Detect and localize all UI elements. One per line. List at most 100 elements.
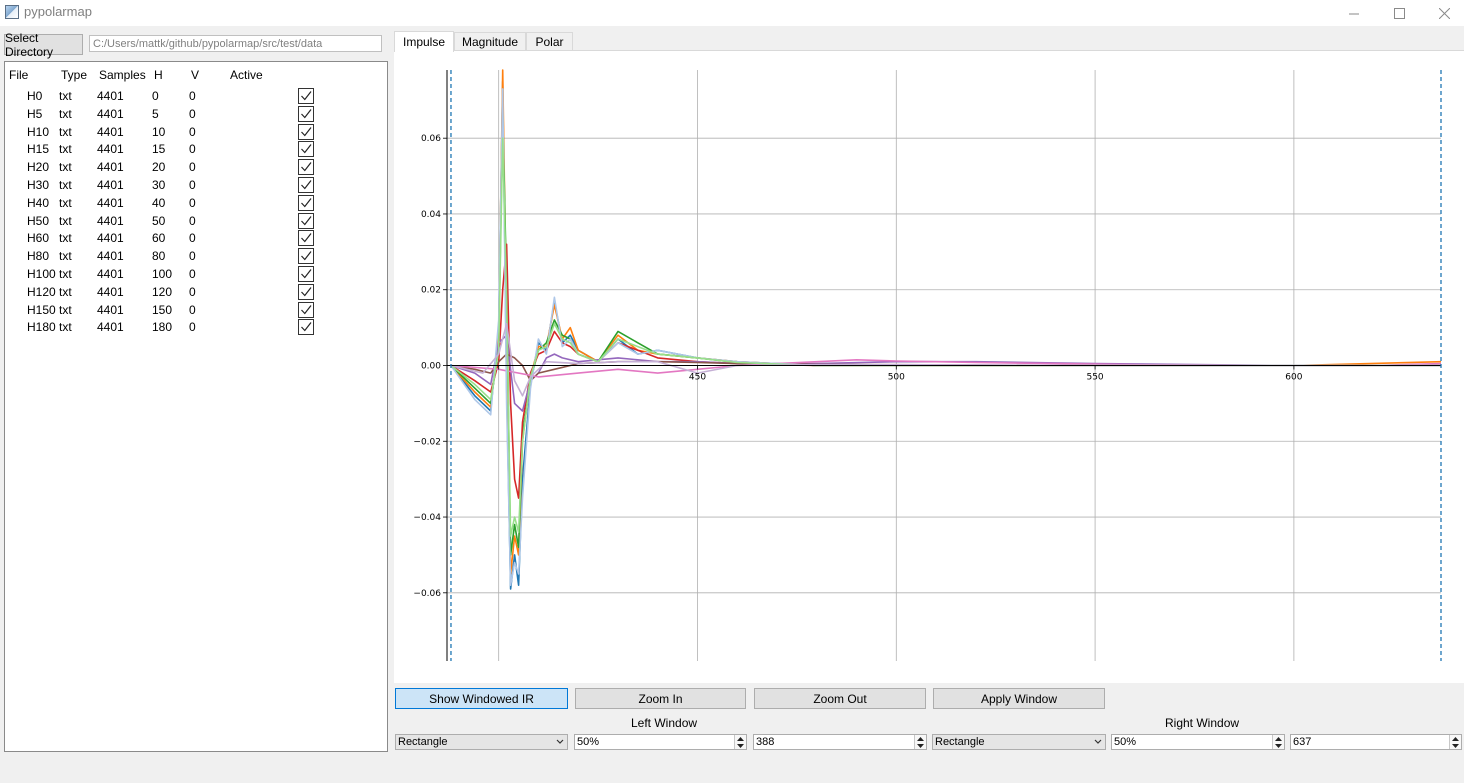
column-header-active[interactable]: Active — [230, 68, 263, 82]
cell-samples[interactable]: 4401 — [97, 267, 124, 281]
active-checkbox[interactable] — [298, 194, 314, 211]
active-checkbox[interactable] — [298, 123, 314, 140]
cell-type[interactable]: txt — [59, 142, 72, 156]
left-window-position-spinbox[interactable]: 388 — [753, 734, 927, 750]
cell-samples[interactable]: 4401 — [97, 285, 124, 299]
cell-type[interactable]: txt — [59, 285, 72, 299]
cell-v[interactable]: 0 — [189, 196, 196, 210]
close-icon[interactable] — [1421, 0, 1464, 26]
cell-h[interactable]: 30 — [152, 178, 165, 192]
tab-polar[interactable]: Polar — [526, 32, 573, 51]
cell-file[interactable]: H150 — [27, 303, 56, 317]
tab-magnitude[interactable]: Magnitude — [454, 32, 526, 51]
cell-v[interactable]: 0 — [189, 160, 196, 174]
minimize-icon[interactable] — [1331, 0, 1377, 26]
cell-type[interactable]: txt — [59, 196, 72, 210]
active-checkbox[interactable] — [298, 88, 314, 104]
cell-samples[interactable]: 4401 — [97, 107, 124, 121]
cell-file[interactable]: H5 — [27, 107, 42, 121]
zoom-out-button[interactable]: Zoom Out — [754, 688, 926, 709]
impulse-chart[interactable]: 0.06 0.04 0.02 0.00 −0.02 −0.04 −0.06 450 500 550… — [394, 50, 1464, 683]
cell-type[interactable]: txt — [59, 125, 72, 139]
cell-samples[interactable]: 4401 — [97, 142, 124, 156]
cell-v[interactable]: 0 — [189, 285, 196, 299]
tab-impulse[interactable]: Impulse — [394, 31, 454, 52]
cell-samples[interactable]: 4401 — [97, 196, 124, 210]
cell-h[interactable]: 20 — [152, 160, 165, 174]
cell-file[interactable]: H80 — [27, 249, 49, 263]
cell-v[interactable]: 0 — [189, 267, 196, 281]
cell-type[interactable]: txt — [59, 89, 72, 103]
cell-file[interactable]: H20 — [27, 160, 49, 174]
cell-type[interactable]: txt — [59, 178, 72, 192]
cell-file[interactable]: H120 — [27, 285, 56, 299]
active-checkbox[interactable] — [298, 319, 314, 336]
cell-type[interactable]: txt — [59, 249, 72, 263]
cell-samples[interactable]: 4401 — [97, 178, 124, 192]
apply-window-button[interactable]: Apply Window — [933, 688, 1105, 709]
cell-v[interactable]: 0 — [189, 178, 196, 192]
cell-type[interactable]: txt — [59, 320, 72, 334]
cell-v[interactable]: 0 — [189, 125, 196, 139]
active-checkbox[interactable] — [298, 248, 314, 265]
cell-h[interactable]: 180 — [152, 320, 172, 334]
active-checkbox[interactable] — [298, 141, 314, 158]
cell-type[interactable]: txt — [59, 107, 72, 121]
zoom-in-button[interactable]: Zoom In — [575, 688, 746, 709]
cell-v[interactable]: 0 — [189, 89, 196, 103]
cell-file[interactable]: H180 — [27, 320, 56, 334]
column-header-type[interactable]: Type — [61, 68, 87, 82]
right-window-type-select[interactable]: Rectangle — [932, 734, 1106, 750]
cell-h[interactable]: 40 — [152, 196, 165, 210]
active-checkbox[interactable] — [298, 105, 314, 122]
cell-type[interactable]: txt — [59, 231, 72, 245]
cell-h[interactable]: 150 — [152, 303, 172, 317]
maximize-icon[interactable] — [1376, 0, 1422, 26]
cell-type[interactable]: txt — [59, 160, 72, 174]
cell-v[interactable]: 0 — [189, 249, 196, 263]
left-window-type-select[interactable]: Rectangle — [395, 734, 568, 750]
cell-h[interactable]: 50 — [152, 214, 165, 228]
cell-v[interactable]: 0 — [189, 231, 196, 245]
cell-file[interactable]: H50 — [27, 214, 49, 228]
left-window-percent-spinbox[interactable]: 50% — [574, 734, 747, 750]
column-header-v[interactable]: V — [191, 68, 199, 82]
active-checkbox[interactable] — [298, 301, 314, 318]
spin-arrows-icon[interactable] — [1449, 735, 1461, 749]
cell-h[interactable]: 100 — [152, 267, 172, 281]
cell-file[interactable]: H0 — [27, 89, 42, 103]
cell-samples[interactable]: 4401 — [97, 303, 124, 317]
cell-h[interactable]: 60 — [152, 231, 165, 245]
spin-arrows-icon[interactable] — [734, 735, 746, 749]
cell-v[interactable]: 0 — [189, 107, 196, 121]
cell-h[interactable]: 0 — [152, 89, 159, 103]
column-header-h[interactable]: H — [154, 68, 163, 82]
cell-file[interactable]: H100 — [27, 267, 56, 281]
cell-samples[interactable]: 4401 — [97, 160, 124, 174]
active-checkbox[interactable] — [298, 159, 314, 176]
cell-h[interactable]: 120 — [152, 285, 172, 299]
cell-file[interactable]: H30 — [27, 178, 49, 192]
cell-v[interactable]: 0 — [189, 142, 196, 156]
cell-file[interactable]: H60 — [27, 231, 49, 245]
active-checkbox[interactable] — [298, 266, 314, 282]
cell-type[interactable]: txt — [59, 303, 72, 317]
column-header-file[interactable]: File — [9, 68, 28, 82]
show-windowed-ir-button[interactable]: Show Windowed IR — [395, 688, 568, 709]
active-checkbox[interactable] — [298, 230, 314, 247]
cell-h[interactable]: 15 — [152, 142, 165, 156]
cell-h[interactable]: 80 — [152, 249, 165, 263]
cell-samples[interactable]: 4401 — [97, 249, 124, 263]
active-checkbox[interactable] — [298, 177, 314, 193]
cell-file[interactable]: H15 — [27, 142, 49, 156]
cell-h[interactable]: 10 — [152, 125, 165, 139]
cell-file[interactable]: H40 — [27, 196, 49, 210]
cell-samples[interactable]: 4401 — [97, 320, 124, 334]
cell-type[interactable]: txt — [59, 267, 72, 281]
cell-type[interactable]: txt — [59, 214, 72, 228]
cell-samples[interactable]: 4401 — [97, 231, 124, 245]
right-window-position-spinbox[interactable]: 637 — [1290, 734, 1462, 750]
active-checkbox[interactable] — [298, 212, 314, 229]
cell-v[interactable]: 0 — [189, 320, 196, 334]
spin-arrows-icon[interactable] — [914, 735, 926, 749]
